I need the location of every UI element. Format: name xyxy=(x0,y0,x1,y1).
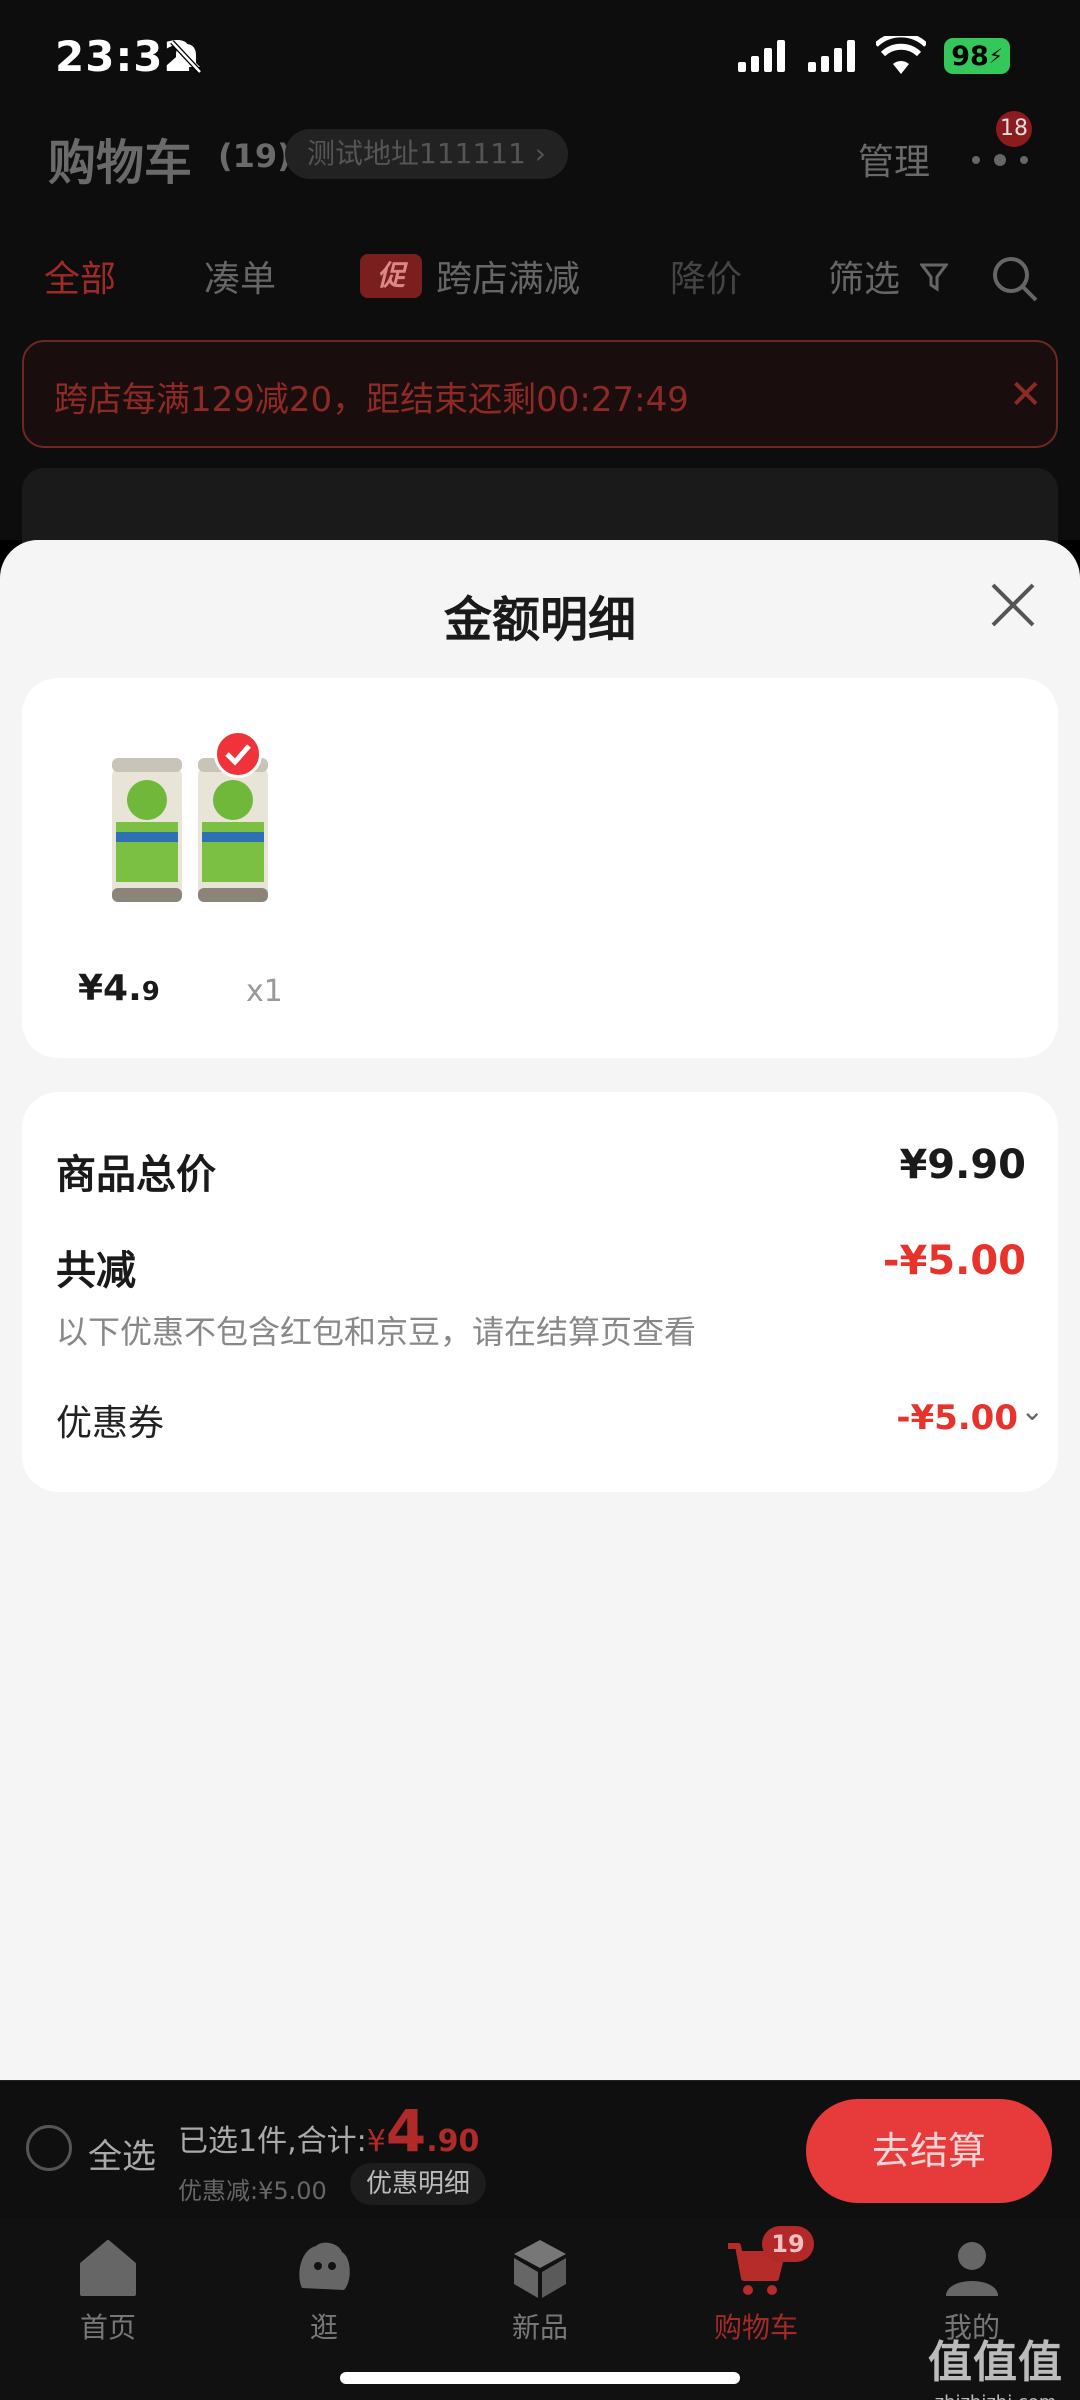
more-icon[interactable] xyxy=(970,145,1030,175)
tab-cross-store[interactable]: 跨店满减 xyxy=(436,250,580,302)
product-quantity: x1 xyxy=(246,974,283,1009)
amount-detail-sheet: 金额明细 ¥4.9 x1 商品总价 ¥9.90 共减 -¥5.00 以下优惠不包… xyxy=(0,540,1080,2080)
select-all-radio[interactable] xyxy=(26,2125,72,2171)
coupon-label: 优惠券 xyxy=(56,1403,165,1444)
status-bar: 23:32 98 ⚡ xyxy=(0,0,1080,115)
close-icon[interactable] xyxy=(988,580,1038,630)
cellular-signal-icon xyxy=(738,40,785,72)
discount-note: 以下优惠不包含红包和京豆，请在结算页查看 xyxy=(56,1313,697,1351)
watermark: 值值值 zhizhizhi.com xyxy=(928,2326,1063,2400)
total-price-label: 商品总价 xyxy=(56,1152,216,1198)
search-icon[interactable] xyxy=(990,254,1040,304)
filter-icon[interactable] xyxy=(920,262,948,292)
coupon-value[interactable]: -¥5.00 xyxy=(896,1398,1018,1438)
total-price-value: ¥9.90 xyxy=(899,1142,1026,1188)
cube-icon xyxy=(514,2240,566,2298)
selected-total: 已选1件,合计:¥4.90 xyxy=(178,2097,479,2165)
discount-detail-button[interactable]: 优惠明细 xyxy=(350,2163,487,2205)
tab-new-label: 新品 xyxy=(511,2311,568,2344)
tab-browse-label: 逛 xyxy=(309,2311,338,2344)
tab-price-drop[interactable]: 降价 xyxy=(670,250,742,302)
total-decimal: .90 xyxy=(426,2124,480,2159)
page-title: 购物车 xyxy=(48,135,193,191)
cart-header: 购物车 (19) 测试地址111111 › 管理 18 xyxy=(0,111,1080,215)
selected-check-icon xyxy=(214,730,262,778)
cart-tabs: 全部 凑单 促 跨店满减 降价 筛选 xyxy=(0,240,1080,310)
tab-home[interactable]: 首页 xyxy=(48,2236,168,2346)
tab-browse[interactable]: 逛 xyxy=(264,2236,384,2346)
tab-all[interactable]: 全部 xyxy=(44,250,116,302)
watermark-logo: 值值值 xyxy=(928,2337,1063,2388)
profile-icon xyxy=(946,2242,998,2296)
discount-summary: 优惠减:¥5.00 xyxy=(178,2177,327,2205)
mute-bell-icon xyxy=(170,40,202,74)
price-summary: 商品总价 ¥9.90 共减 -¥5.00 以下优惠不包含红包和京豆，请在结算页查… xyxy=(22,1092,1058,1492)
total-currency: ¥ xyxy=(366,2124,386,2159)
banner-text: 跨店每满129减20，距结束还剩00:27:49 xyxy=(54,380,689,420)
battery-indicator: 98 ⚡ xyxy=(944,38,1010,74)
product-list: ¥4.9 x1 xyxy=(22,678,1058,1058)
cart-background: 23:32 98 ⚡ 购物车 (19) 测试地址111111 › 管理 18 全… xyxy=(0,0,1080,568)
tab-home-label: 首页 xyxy=(79,2311,136,2344)
checkout-bar: 全选 已选1件,合计:¥4.90 优惠减:¥5.00 优惠明细 去结算 xyxy=(0,2080,1080,2218)
discount-value: -¥5.00 xyxy=(882,1238,1026,1284)
address-selector[interactable]: 测试地址111111 › xyxy=(285,129,568,179)
product-price: ¥4.9 xyxy=(78,968,160,1009)
tab-new[interactable]: 新品 xyxy=(480,2236,600,2346)
home-icon xyxy=(80,2240,136,2296)
more-badge: 18 xyxy=(996,111,1032,147)
address-text: 测试地址111111 xyxy=(307,137,526,170)
cellular-signal-icon-2 xyxy=(808,40,855,72)
checkout-button[interactable]: 去结算 xyxy=(806,2099,1052,2203)
tab-filter[interactable]: 筛选 xyxy=(828,250,900,302)
tab-bundle[interactable]: 凑单 xyxy=(204,250,276,302)
chevron-down-icon[interactable]: ⌄ xyxy=(1021,1394,1044,1427)
total-integer: 4 xyxy=(385,2097,427,2165)
product-price-decimal: 9 xyxy=(141,977,160,1007)
promo-tag: 促 xyxy=(360,254,422,298)
tab-cart-label: 购物车 xyxy=(713,2311,798,2344)
home-indicator xyxy=(340,2372,740,2384)
discount-label: 共减 xyxy=(56,1248,136,1294)
promo-banner: 跨店每满129减20，距结束还剩00:27:49 ✕ xyxy=(22,340,1058,448)
cart-count: (19) xyxy=(218,137,292,175)
wifi-icon xyxy=(876,36,926,74)
sheet-title: 金额明细 xyxy=(443,592,636,648)
cart-badge: 19 xyxy=(762,2226,814,2262)
watermark-url: zhizhizhi.com xyxy=(928,2392,1063,2400)
select-all-label[interactable]: 全选 xyxy=(88,2129,156,2178)
product-price-main: ¥4. xyxy=(78,968,142,1009)
banner-close-icon[interactable]: ✕ xyxy=(1009,372,1043,418)
manage-button[interactable]: 管理 xyxy=(858,133,930,185)
selected-text: 已选1件,合计: xyxy=(178,2124,367,2159)
battery-level: 98 xyxy=(951,40,989,72)
browse-icon xyxy=(299,2242,350,2290)
